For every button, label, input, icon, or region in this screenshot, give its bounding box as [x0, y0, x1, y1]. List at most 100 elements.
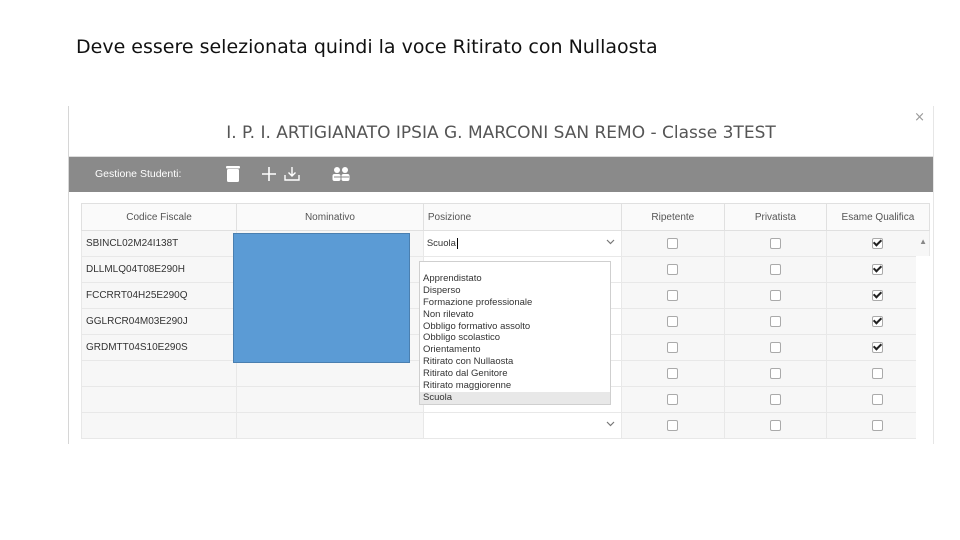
privatista-cell	[723, 230, 827, 257]
col-codice-fiscale[interactable]: Codice Fiscale	[80, 203, 238, 231]
privatista-checkbox[interactable]	[769, 341, 781, 353]
esame-qualifica-checkbox[interactable]	[872, 341, 884, 353]
codice-fiscale-cell: GRDMTT04S10E290S	[80, 334, 238, 361]
scroll-up-icon[interactable]: ▲	[919, 237, 927, 246]
esame-qualifica-checkbox[interactable]	[872, 419, 884, 431]
ripetente-checkbox[interactable]	[667, 237, 679, 249]
privatista-checkbox[interactable]	[769, 289, 781, 301]
codice-fiscale-cell: DLLMLQ04T08E290H	[80, 256, 238, 283]
dialog-panel: × I. P. I. ARTIGIANATO IPSIA G. MARCONI …	[68, 106, 934, 444]
esame-qualifica-checkbox[interactable]	[872, 367, 884, 379]
codice-fiscale-cell: GGLRCR04M03E290J	[80, 308, 238, 335]
col-esame-qualifica[interactable]: Esame Qualifica	[825, 203, 931, 231]
dropdown-option[interactable]: Scuola	[420, 391, 610, 404]
posizione-dropdown-list: Apprendistato Disperso Formazione professi…	[419, 261, 611, 405]
ripetente-cell	[620, 334, 725, 361]
add-icon[interactable]	[258, 163, 280, 185]
ripetente-checkbox[interactable]	[667, 341, 679, 353]
esame-qualifica-checkbox[interactable]	[872, 289, 884, 301]
dropdown-option[interactable]: Obbligo scolastico	[420, 332, 610, 344]
esame-qualifica-checkbox[interactable]	[872, 263, 884, 275]
ripetente-checkbox[interactable]	[667, 289, 679, 301]
chevron-down-icon[interactable]	[606, 237, 615, 248]
nominativo-cell	[236, 386, 424, 413]
slide-caption: Deve essere selezionata quindi la voce R…	[76, 36, 658, 58]
dropdown-option[interactable]: Disperso	[420, 285, 610, 297]
esame-qualifica-cell	[825, 360, 931, 387]
codice-fiscale-cell	[80, 360, 238, 387]
col-posizione[interactable]: Posizione	[422, 203, 622, 231]
privatista-cell	[723, 308, 827, 335]
privatista-checkbox[interactable]	[769, 393, 781, 405]
codice-fiscale-cell	[80, 386, 238, 413]
ripetente-cell	[620, 282, 725, 309]
privatista-checkbox[interactable]	[769, 315, 781, 327]
ripetente-cell	[620, 386, 725, 413]
dialog-title: I. P. I. ARTIGIANATO IPSIA G. MARCONI SA…	[226, 123, 776, 143]
codice-fiscale-cell: FCCRRT04H25E290Q	[80, 282, 238, 309]
posizione-cell[interactable]	[422, 412, 622, 439]
posizione-select[interactable]: Scuola	[424, 231, 621, 256]
scrollbar[interactable]	[916, 256, 932, 442]
dropdown-option[interactable]: Non rilevato	[420, 309, 610, 321]
ripetente-checkbox[interactable]	[667, 315, 679, 327]
download-icon[interactable]	[281, 163, 303, 185]
ripetente-checkbox[interactable]	[667, 367, 679, 379]
trash-icon[interactable]	[222, 163, 244, 185]
esame-qualifica-cell	[825, 256, 931, 283]
dropdown-option[interactable]: Ritirato con Nullaosta	[420, 356, 610, 368]
redacted-names	[233, 233, 410, 363]
ripetente-cell	[620, 308, 725, 335]
esame-qualifica-cell	[825, 282, 931, 309]
toolbar: Gestione Studenti:	[69, 157, 933, 192]
dropdown-option[interactable]: Orientamento	[420, 344, 610, 356]
table-row[interactable]: SBINCL02M24I138T Scuola	[80, 230, 931, 257]
toolbar-label: Gestione Studenti:	[95, 168, 182, 180]
privatista-checkbox[interactable]	[769, 263, 781, 275]
nominativo-cell	[236, 412, 424, 439]
col-nominativo[interactable]: Nominativo	[236, 203, 424, 231]
ripetente-cell	[620, 256, 725, 283]
ripetente-cell	[620, 230, 725, 257]
esame-qualifica-checkbox[interactable]	[872, 315, 884, 327]
ripetente-cell	[620, 412, 725, 439]
dropdown-option[interactable]: Ritirato maggiorenne	[420, 380, 610, 392]
table-header: Codice Fiscale Nominativo Posizione Ripe…	[80, 203, 931, 231]
ripetente-checkbox[interactable]	[667, 419, 679, 431]
privatista-cell	[723, 256, 827, 283]
codice-fiscale-cell	[80, 412, 238, 439]
esame-qualifica-cell	[825, 412, 931, 439]
col-privatista[interactable]: Privatista	[723, 203, 827, 231]
codice-fiscale-cell: SBINCL02M24I138T	[80, 230, 238, 257]
ripetente-checkbox[interactable]	[667, 263, 679, 275]
table-row[interactable]	[80, 412, 931, 439]
ripetente-checkbox[interactable]	[667, 393, 679, 405]
dropdown-option[interactable]: Formazione professionale	[420, 297, 610, 309]
esame-qualifica-cell	[825, 334, 931, 361]
privatista-cell	[723, 334, 827, 361]
privatista-cell	[723, 386, 827, 413]
esame-qualifica-cell	[825, 308, 931, 335]
esame-qualifica-cell	[825, 230, 931, 257]
ripetente-cell	[620, 360, 725, 387]
privatista-cell	[723, 412, 827, 439]
privatista-checkbox[interactable]	[769, 419, 781, 431]
privatista-cell	[723, 282, 827, 309]
col-ripetente[interactable]: Ripetente	[620, 203, 725, 231]
chevron-down-icon[interactable]	[606, 419, 615, 430]
esame-qualifica-checkbox[interactable]	[872, 393, 884, 405]
posizione-cell[interactable]: Scuola	[422, 230, 622, 257]
posizione-value: Scuola	[426, 238, 456, 249]
dropdown-option[interactable]: Ritirato dal Genitore	[420, 368, 610, 380]
users-icon[interactable]	[330, 163, 352, 185]
privatista-checkbox[interactable]	[769, 367, 781, 379]
posizione-select[interactable]	[424, 413, 621, 438]
esame-qualifica-cell	[825, 386, 931, 413]
dropdown-option[interactable]: Apprendistato	[420, 273, 610, 285]
privatista-checkbox[interactable]	[769, 237, 781, 249]
esame-qualifica-checkbox[interactable]	[872, 237, 884, 249]
dropdown-option[interactable]: Obbligo formativo assolto	[420, 321, 610, 333]
text-cursor	[456, 238, 458, 249]
nominativo-cell	[236, 360, 424, 387]
privatista-cell	[723, 360, 827, 387]
